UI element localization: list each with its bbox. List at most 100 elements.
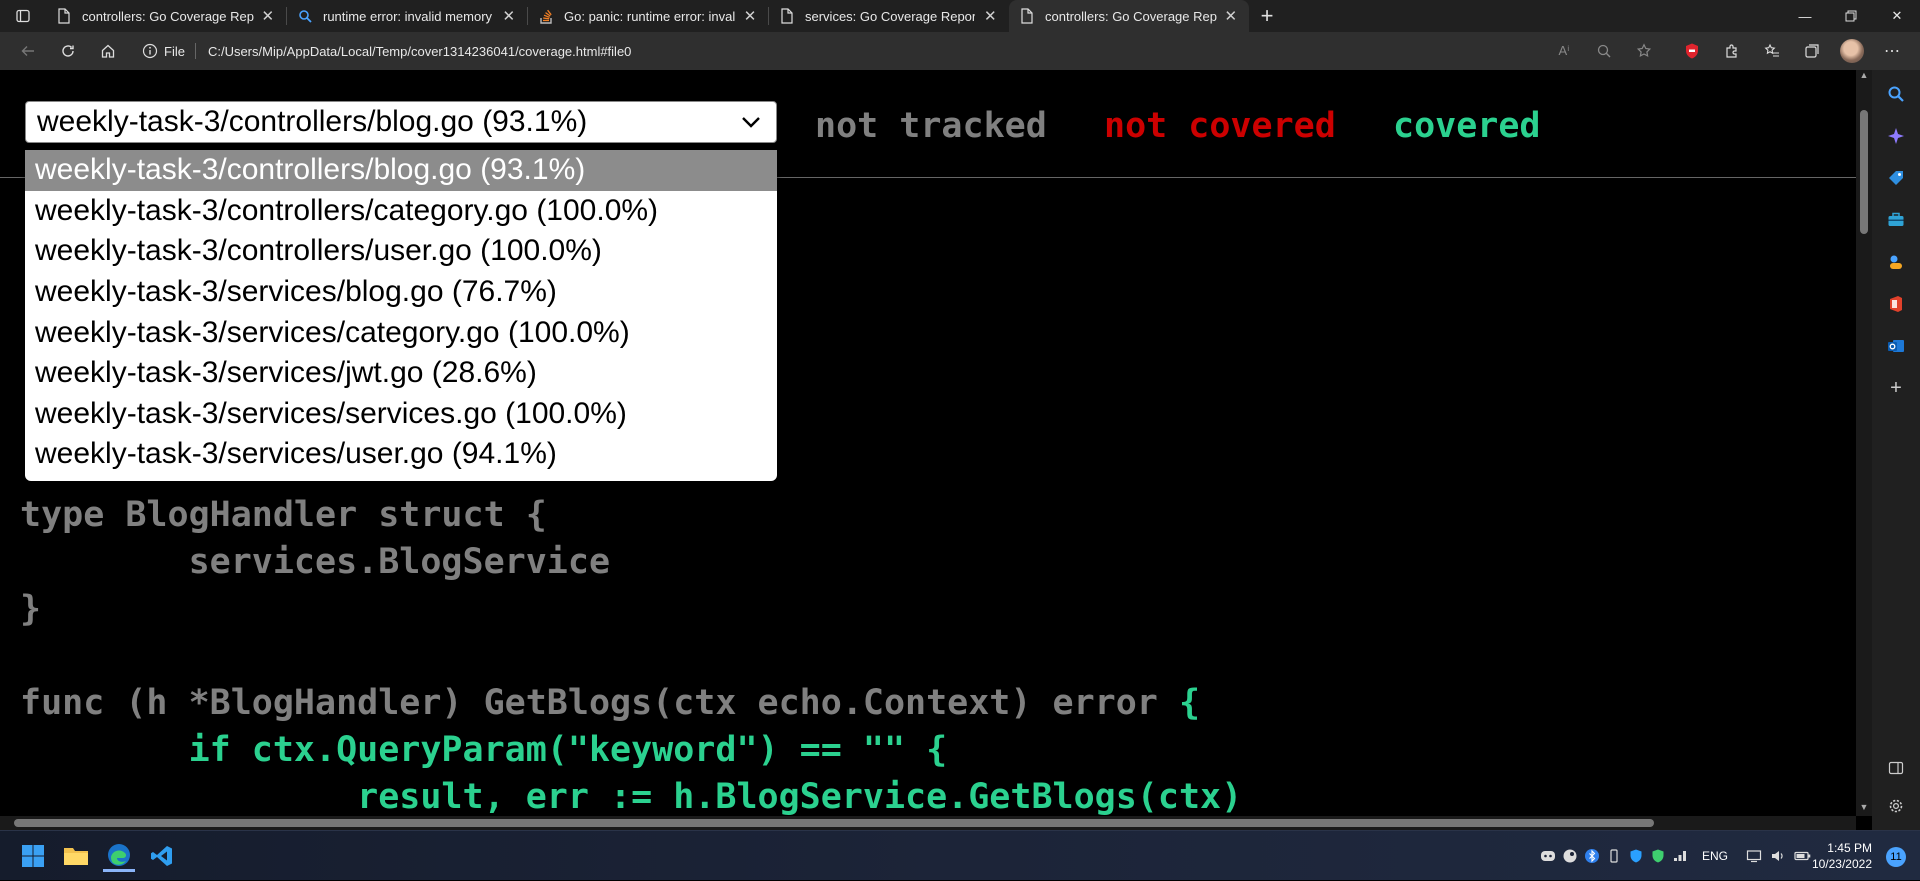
favorites-button[interactable] [1752,35,1792,67]
bluetooth-icon[interactable] [1584,848,1600,864]
close-tab-icon[interactable]: ✕ [981,7,999,25]
shield-extension-button[interactable] [1672,35,1712,67]
search-icon [297,8,313,24]
code-line: func (h *BlogHandler) GetBlogs(ctx echo.… [20,680,1242,727]
sidebar-shopping-button[interactable] [1884,166,1908,190]
shield-tray-icon[interactable] [1650,848,1666,864]
sidebar-office-button[interactable] [1884,292,1908,316]
read-aloud-button[interactable]: Aⁱ [1544,35,1584,67]
usb-icon[interactable] [1606,848,1622,864]
close-window-button[interactable]: ✕ [1874,0,1920,32]
taskbar-clock[interactable]: 1:45 PM 10/23/2022 [1812,840,1872,872]
settings-more-button[interactable]: ⋯ [1872,35,1912,67]
start-button[interactable] [17,840,49,872]
notification-badge[interactable]: 11 [1886,847,1906,867]
games-icon [1890,255,1902,269]
tag-icon [1889,171,1903,185]
window-controls: — ✕ [1782,0,1920,32]
steam-icon[interactable] [1562,848,1578,864]
close-tab-icon[interactable]: ✕ [1223,7,1240,25]
refresh-button[interactable] [48,35,88,67]
horizontal-scroll-thumb[interactable] [14,819,1654,827]
language-indicator[interactable]: ENG [1702,849,1728,863]
page-icon [779,8,795,24]
file-option[interactable]: weekly-task-3/controllers/user.go (100.0… [25,231,777,272]
info-icon [142,43,158,59]
minimize-button[interactable]: — [1782,0,1828,32]
restore-button[interactable] [1828,0,1874,32]
file-option[interactable]: weekly-task-3/services/blog.go (76.7%) [25,272,777,313]
sidebar-discover-button[interactable] [1884,124,1908,148]
file-option[interactable]: weekly-task-3/services/category.go (100.… [25,312,777,353]
vertical-scroll-thumb[interactable] [1860,110,1868,234]
back-button[interactable] [8,35,48,67]
url-text[interactable]: C:/Users/Mip/AppData/Local/Temp/cover131… [208,44,631,59]
close-tab-icon[interactable]: ✕ [501,7,518,25]
display-icon[interactable] [1746,848,1762,864]
sidebar-settings-button[interactable] [1884,794,1908,818]
file-option[interactable]: weekly-task-3/services/services.go (100.… [25,394,777,435]
file-select[interactable]: weekly-task-3/controllers/blog.go (93.1%… [25,101,777,143]
new-tab-button[interactable]: + [1251,0,1283,32]
scheme-label: File [164,43,185,59]
tab-actions-button[interactable] [0,0,46,32]
not-tracked-code: func (h *BlogHandler) GetBlogs(ctx echo.… [20,683,1179,723]
add-favorite-button[interactable] [1624,35,1664,67]
battery-icon[interactable] [1794,848,1812,864]
sparkle-icon [1888,128,1904,144]
legend-not-tracked: not tracked [815,106,1047,146]
not-tracked-code: type BlogHandler struct { [20,495,547,535]
extensions-button[interactable] [1712,35,1752,67]
sidebar-outlook-button[interactable] [1884,334,1908,358]
site-info-button[interactable]: File [134,43,195,59]
home-button[interactable] [88,35,128,67]
sidebar-tools-button[interactable] [1884,208,1908,232]
system-tray: ENG [1540,831,1812,881]
close-tab-icon[interactable]: ✕ [260,7,277,25]
code-line: } [20,586,1242,633]
browser-tab[interactable]: controllers: Go Coverage Report ✕ [1009,0,1249,32]
toolbox-icon [1888,212,1904,226]
defender-icon[interactable] [1628,848,1644,864]
not-tracked-code: services.BlogService [20,542,611,582]
network-icon[interactable] [1672,848,1688,864]
browser-tab[interactable]: controllers: Go Coverage Report ✕ [46,0,286,32]
read-aloud-icon: Aⁱ [1558,43,1570,58]
address-bar[interactable]: File C:/Users/Mip/AppData/Local/Temp/cov… [134,36,631,66]
sidebar-games-button[interactable] [1884,250,1908,274]
refresh-icon [62,45,74,57]
edge-taskbar-button[interactable] [103,840,135,872]
scroll-up-arrow[interactable]: ▲ [1856,70,1872,84]
collections-button[interactable] [1792,35,1832,67]
coverage-report-page: weekly-task-3/controllers/blog.go (93.1%… [0,70,1856,816]
gear-icon [1889,799,1903,813]
plus-icon: + [1890,376,1902,399]
file-option[interactable]: weekly-task-3/services/jwt.go (28.6%) [25,353,777,394]
file-option[interactable]: weekly-task-3/services/user.go (94.1%) [25,434,777,475]
browser-tab[interactable]: services: Go Coverage Report ✕ [769,0,1009,32]
horizontal-scrollbar[interactable] [0,816,1856,830]
volume-icon[interactable] [1770,848,1786,864]
close-tab-icon[interactable]: ✕ [742,7,758,25]
vscode-icon [151,846,172,866]
tab-title: controllers: Go Coverage Report [1045,8,1217,24]
tab-title: runtime error: invalid memory ad [323,8,495,24]
clock-date: 10/23/2022 [1811,857,1872,871]
tab-actions-icon [16,9,30,23]
vertical-scrollbar[interactable]: ▲ ▼ [1856,70,1872,816]
panel-icon [1888,761,1904,775]
scroll-down-arrow[interactable]: ▼ [1856,802,1872,816]
sidebar-add-button[interactable]: + [1884,376,1908,400]
file-explorer-button[interactable] [60,840,92,872]
file-option[interactable]: weekly-task-3/controllers/category.go (1… [25,191,777,232]
browser-tab[interactable]: runtime error: invalid memory ad ✕ [287,0,527,32]
discord-icon[interactable] [1540,848,1556,864]
sidebar-search-button[interactable] [1884,82,1908,106]
profile-button[interactable] [1832,35,1872,67]
file-option[interactable]: weekly-task-3/controllers/blog.go (93.1%… [25,150,777,191]
vscode-taskbar-button[interactable] [146,840,178,872]
ellipsis-icon: ⋯ [1884,43,1900,60]
browser-tab[interactable]: Go: panic: runtime error: invalid m ✕ [528,0,768,32]
zoom-button[interactable] [1584,35,1624,67]
sidebar-hide-button[interactable] [1884,756,1908,780]
